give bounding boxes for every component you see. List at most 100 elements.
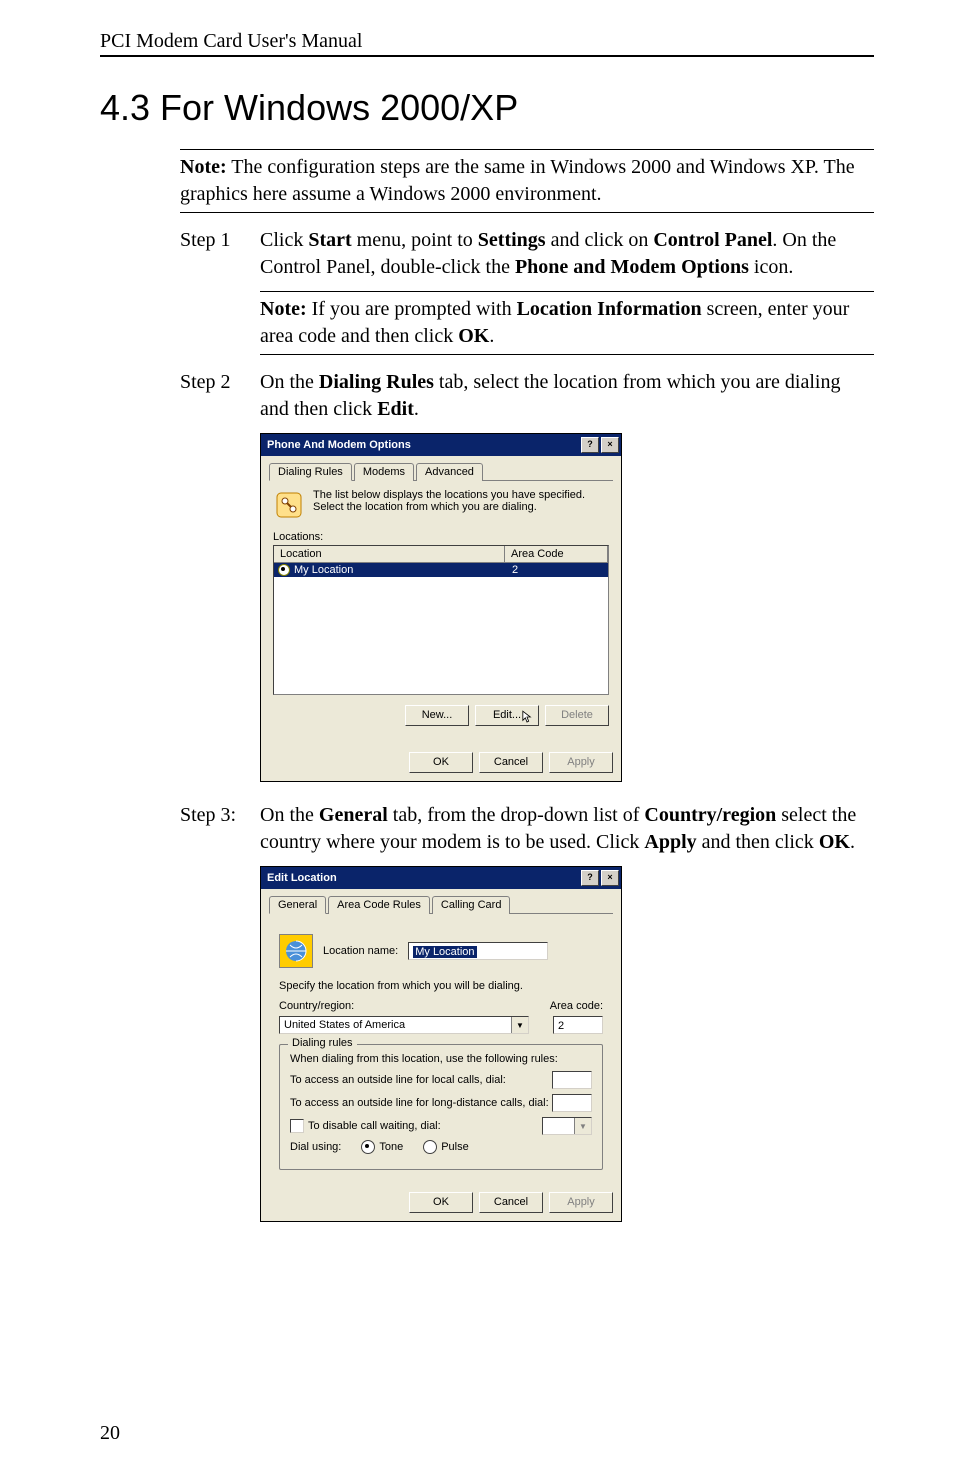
tone-radio[interactable] bbox=[361, 1140, 375, 1154]
section-heading: 4.3 For Windows 2000/XP bbox=[100, 87, 874, 129]
location-icon bbox=[278, 564, 290, 576]
step-1: Step 1 Click Start menu, point to Settin… bbox=[180, 227, 874, 281]
close-button[interactable]: × bbox=[601, 870, 619, 886]
col-area-code[interactable]: Area Code bbox=[505, 546, 608, 562]
chevron-down-icon: ▼ bbox=[574, 1118, 591, 1134]
cancel-button[interactable]: Cancel bbox=[479, 752, 543, 773]
help-button[interactable]: ? bbox=[581, 870, 599, 886]
text-bold: General bbox=[319, 804, 388, 826]
ok-button[interactable]: OK bbox=[409, 752, 473, 773]
dialog-titlebar[interactable]: Phone And Modem Options ? × bbox=[261, 434, 621, 456]
edit-button[interactable]: Edit... bbox=[475, 705, 539, 726]
tab-advanced[interactable]: Advanced bbox=[416, 463, 483, 481]
country-area-inputs: United States of America ▼ 2 bbox=[279, 1016, 603, 1034]
chevron-down-icon[interactable]: ▼ bbox=[511, 1017, 528, 1033]
text-bold: Country/region bbox=[644, 804, 776, 826]
info-text: The list below displays the locations yo… bbox=[313, 489, 609, 513]
ok-button[interactable]: OK bbox=[409, 1192, 473, 1213]
dialog-phone-modem: Phone And Modem Options ? × Dialing Rule… bbox=[260, 433, 622, 782]
apply-button[interactable]: Apply bbox=[549, 1192, 613, 1213]
tab-general[interactable]: General bbox=[269, 896, 326, 914]
col-location[interactable]: Location bbox=[274, 546, 505, 562]
rule-local-input[interactable] bbox=[552, 1071, 592, 1089]
rule-long-input[interactable] bbox=[552, 1094, 592, 1112]
dialog-titlebar[interactable]: Edit Location ? × bbox=[261, 867, 621, 889]
location-name-label: Location name: bbox=[323, 945, 398, 957]
page: PCI Modem Card User's Manual 4.3 For Win… bbox=[0, 0, 954, 1475]
tone-radio-wrap[interactable]: Tone bbox=[361, 1140, 403, 1154]
text-bold: Settings bbox=[478, 229, 546, 251]
titlebar-buttons: ? × bbox=[581, 437, 619, 453]
general-panel: Location name: My Location Specify the l… bbox=[269, 922, 613, 1178]
dialog-bottom-buttons: OK Cancel Apply bbox=[261, 1186, 621, 1221]
location-name-input[interactable]: My Location bbox=[408, 942, 548, 960]
group-title: Dialing rules bbox=[288, 1037, 357, 1049]
delete-button[interactable]: Delete bbox=[545, 705, 609, 726]
rule-intro: When dialing from this location, use the… bbox=[290, 1053, 592, 1065]
dialog-body: General Area Code Rules Calling Card Loc… bbox=[261, 889, 621, 1186]
disable-cw-checkbox[interactable] bbox=[290, 1119, 304, 1133]
location-name-value: My Location bbox=[413, 946, 476, 958]
text: . bbox=[850, 831, 855, 853]
tab-dialing-rules[interactable]: Dialing Rules bbox=[269, 463, 352, 481]
locations-listbox[interactable]: Location Area Code My Location 2 bbox=[273, 545, 609, 695]
text-bold: Edit bbox=[377, 398, 414, 420]
rule-local-label: To access an outside line for local call… bbox=[290, 1074, 506, 1086]
note-block-inner: Note: If you are prompted with Location … bbox=[260, 291, 874, 355]
close-button[interactable]: × bbox=[601, 437, 619, 453]
dialog-title-text: Edit Location bbox=[267, 872, 337, 884]
list-header: Location Area Code bbox=[274, 546, 608, 563]
area-code-input[interactable]: 2 bbox=[553, 1016, 603, 1034]
step-1-body: Click Start menu, point to Settings and … bbox=[260, 227, 874, 281]
country-value: United States of America bbox=[280, 1017, 511, 1033]
tab-modems[interactable]: Modems bbox=[354, 463, 414, 481]
text-bold: Control Panel bbox=[653, 229, 772, 251]
dialog-edit-location: Edit Location ? × General Area Code Rule… bbox=[260, 866, 622, 1222]
tab-area-code-rules[interactable]: Area Code Rules bbox=[328, 896, 430, 914]
text-bold: OK bbox=[819, 831, 850, 853]
note-block-1: Note: The configuration steps are the sa… bbox=[180, 149, 874, 213]
tone-label: Tone bbox=[379, 1141, 403, 1153]
text: On the bbox=[260, 371, 319, 393]
pulse-radio-wrap[interactable]: Pulse bbox=[423, 1140, 469, 1154]
step-2-label: Step 2 bbox=[180, 369, 260, 423]
location-icon bbox=[279, 934, 313, 968]
text: and click on bbox=[546, 229, 654, 251]
country-area-labels: Country/region: Area code: bbox=[279, 1000, 603, 1012]
cursor-icon bbox=[522, 710, 532, 724]
help-button[interactable]: ? bbox=[581, 437, 599, 453]
step-3: Step 3: On the General tab, from the dro… bbox=[180, 802, 874, 856]
text: menu, point to bbox=[352, 229, 478, 251]
note-label: Note: bbox=[180, 156, 227, 178]
rule-local-row: To access an outside line for local call… bbox=[290, 1071, 592, 1089]
disable-cw-combo[interactable]: ▼ bbox=[542, 1117, 592, 1135]
location-row-selected[interactable]: My Location 2 bbox=[274, 563, 608, 577]
rule-long-row: To access an outside line for long-dista… bbox=[290, 1094, 592, 1112]
rule-disable-cw-checkbox-wrap[interactable]: To disable call waiting, dial: bbox=[290, 1119, 441, 1133]
text: Click bbox=[260, 229, 308, 251]
text-bold: Phone and Modem Options bbox=[515, 256, 749, 278]
step-2-body: On the Dialing Rules tab, select the loc… bbox=[260, 369, 874, 423]
text-bold: Start bbox=[308, 229, 351, 251]
step-1-label: Step 1 bbox=[180, 227, 260, 281]
locations-label: Locations: bbox=[273, 531, 609, 543]
apply-button[interactable]: Apply bbox=[549, 752, 613, 773]
row-location-cell: My Location bbox=[274, 563, 506, 577]
text: icon. bbox=[749, 256, 793, 278]
note-text: The configuration steps are the same in … bbox=[180, 156, 855, 205]
dial-using-label: Dial using: bbox=[290, 1141, 341, 1153]
rule-disable-cw-row: To disable call waiting, dial: ▼ bbox=[290, 1117, 592, 1135]
text: If you are prompted with bbox=[307, 298, 517, 320]
text-bold: OK bbox=[458, 325, 489, 347]
dialog-phone-modem-wrap: Phone And Modem Options ? × Dialing Rule… bbox=[260, 433, 874, 782]
pulse-radio[interactable] bbox=[423, 1140, 437, 1154]
dial-using-row: Dial using: Tone Pulse bbox=[290, 1140, 592, 1154]
cancel-button[interactable]: Cancel bbox=[479, 1192, 543, 1213]
country-combo[interactable]: United States of America ▼ bbox=[279, 1016, 529, 1034]
row-area-code: 2 bbox=[506, 563, 608, 577]
running-header: PCI Modem Card User's Manual bbox=[100, 30, 874, 57]
tab-calling-card[interactable]: Calling Card bbox=[432, 896, 511, 914]
info-row: The list below displays the locations yo… bbox=[273, 489, 609, 521]
new-button[interactable]: New... bbox=[405, 705, 469, 726]
dialing-rules-group: Dialing rules When dialing from this loc… bbox=[279, 1044, 603, 1170]
